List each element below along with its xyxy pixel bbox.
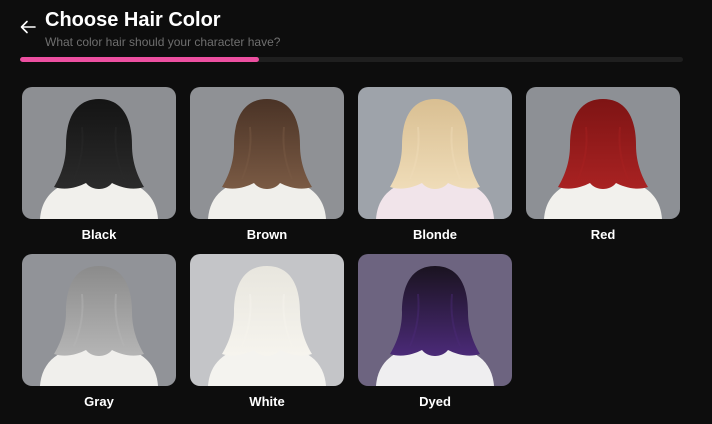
header: Choose Hair Color What color hair should… xyxy=(18,8,280,50)
page-title: Choose Hair Color xyxy=(45,9,221,31)
hair-option-label: Gray xyxy=(84,394,114,409)
hair-option-image xyxy=(358,254,512,386)
page-subtitle: What color hair should your character ha… xyxy=(45,35,281,49)
hair-option-label: Black xyxy=(81,227,117,242)
hair-option-white[interactable]: White xyxy=(190,254,344,410)
hair-option-black[interactable]: Black xyxy=(22,87,176,243)
hair-option-label: Red xyxy=(590,227,616,242)
hair-option-gray[interactable]: Gray xyxy=(22,254,176,410)
header-titles: Choose Hair Color What color hair should… xyxy=(45,8,280,50)
hair-option-image xyxy=(22,254,176,386)
progress-bar xyxy=(20,57,683,62)
hair-option-image xyxy=(22,87,176,219)
hair-option-red[interactable]: Red xyxy=(526,87,680,243)
hair-option-dyed[interactable]: Dyed xyxy=(358,254,512,410)
hair-option-label: Brown xyxy=(246,227,288,242)
hair-option-label: Dyed xyxy=(419,394,451,409)
hair-color-screen: Choose Hair Color What color hair should… xyxy=(0,0,712,424)
progress-bar-fill xyxy=(20,57,259,62)
hair-option-blonde[interactable]: Blonde xyxy=(358,87,512,243)
hair-option-image xyxy=(190,87,344,219)
back-button[interactable] xyxy=(18,17,38,37)
hair-option-label: White xyxy=(249,394,285,409)
hair-option-label: Blonde xyxy=(412,227,458,242)
hair-color-options: Black Brown Blonde Red Gray White Dyed xyxy=(22,87,682,417)
arrow-left-icon xyxy=(20,20,36,34)
hair-option-image xyxy=(526,87,680,219)
hair-option-image xyxy=(358,87,512,219)
hair-option-image xyxy=(190,254,344,386)
hair-option-brown[interactable]: Brown xyxy=(190,87,344,243)
